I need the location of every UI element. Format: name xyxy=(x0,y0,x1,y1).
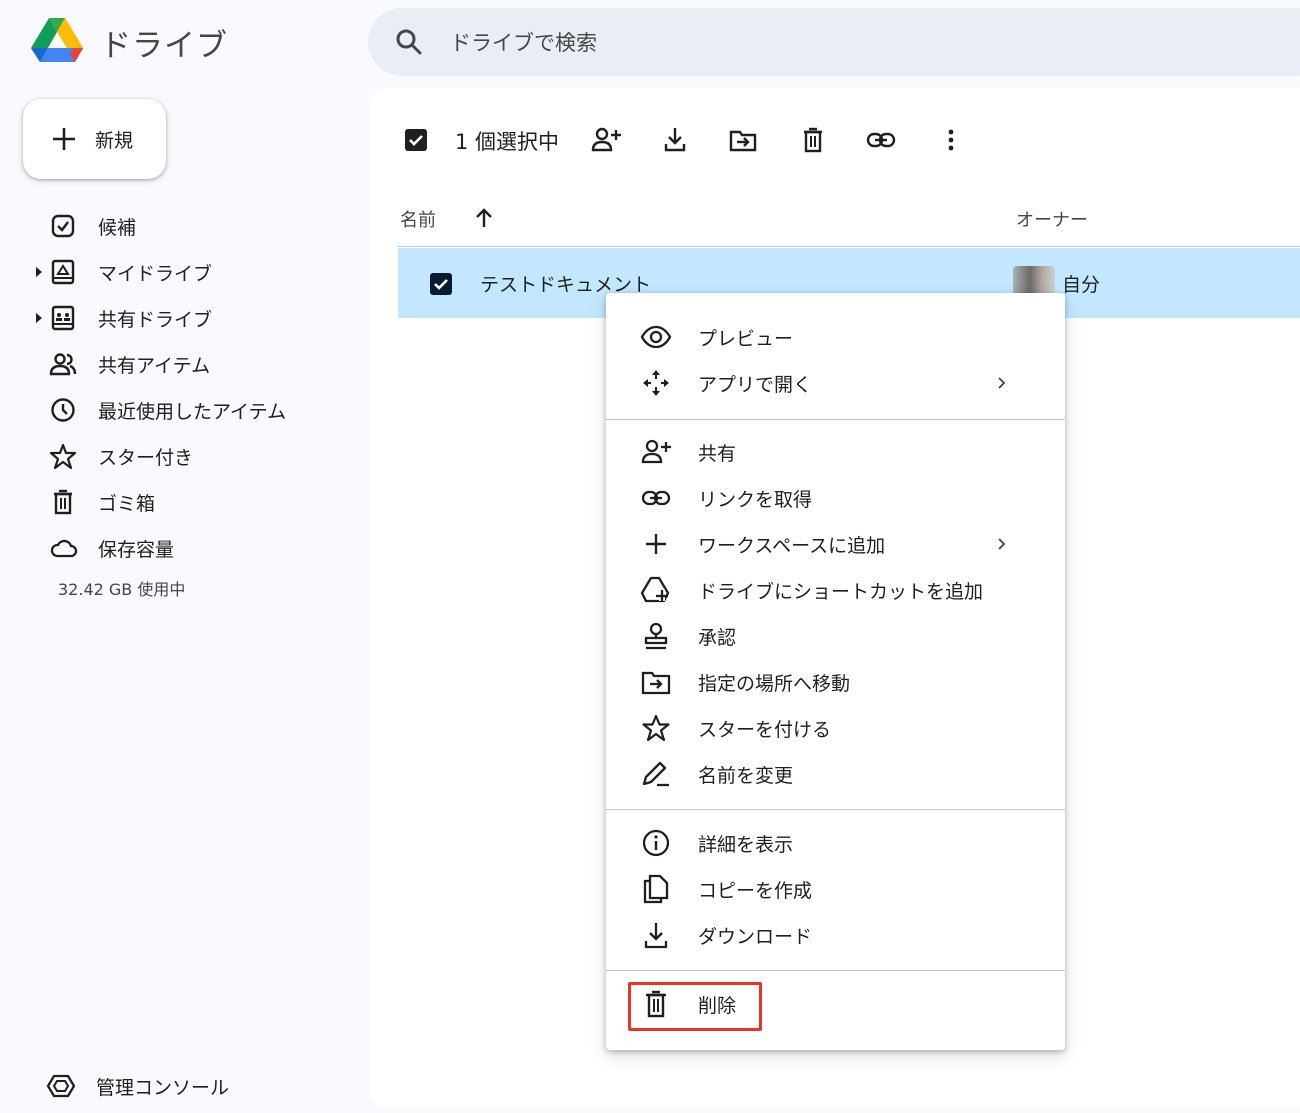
recent-icon xyxy=(48,396,78,424)
menu-item-label: 詳細を表示 xyxy=(698,834,794,856)
menu-divider xyxy=(606,970,1065,971)
delete-highlight-box xyxy=(628,982,762,1031)
link-icon xyxy=(640,483,672,513)
search-bar[interactable]: ドライブで検索 xyxy=(368,8,1300,76)
move-folder-icon xyxy=(640,667,672,697)
info-icon xyxy=(640,828,672,858)
sidebar-item-label: 最近使用したアイテム xyxy=(98,401,287,423)
selection-count: 1 個選択中 xyxy=(455,130,560,154)
menu-item-label: コピーを作成 xyxy=(698,880,813,902)
share-icon[interactable] xyxy=(590,124,624,156)
download-icon xyxy=(640,920,672,950)
menu-item-label: ドライブにショートカットを追加 xyxy=(698,581,984,603)
my-drive-icon xyxy=(48,258,78,286)
expand-arrow-icon[interactable] xyxy=(35,312,43,324)
context-menu: プレビュー アプリで開く 共有 リンクを取得 ワークスペースに追加 ドライブにシ… xyxy=(606,293,1065,1050)
menu-item-label: 承認 xyxy=(698,627,737,649)
storage-usage-text: 32.42 GB 使用中 xyxy=(58,580,186,599)
menu-item-label: 名前を変更 xyxy=(698,765,794,787)
sidebar-item-my-drive[interactable]: マイドライブ xyxy=(0,249,368,295)
sidebar-item-storage[interactable]: 保存容量 xyxy=(0,525,368,571)
menu-item-move[interactable]: 指定の場所へ移動 xyxy=(606,659,1065,705)
more-vert-icon[interactable] xyxy=(934,124,968,156)
move-icon[interactable] xyxy=(726,124,760,156)
sidebar-item-trash[interactable]: ゴミ箱 xyxy=(0,479,368,525)
menu-item-download[interactable]: ダウンロード xyxy=(606,912,1065,958)
eye-icon xyxy=(640,322,672,352)
sidebar-item-label: 共有ドライブ xyxy=(98,309,213,331)
menu-item-label: ダウンロード xyxy=(698,926,813,948)
sidebar-item-label: 共有アイテム xyxy=(98,355,211,377)
link-icon[interactable] xyxy=(864,124,898,156)
admin-console-link[interactable]: 管理コンソール xyxy=(46,1072,229,1100)
download-icon[interactable] xyxy=(658,124,692,156)
sort-arrow-up-icon[interactable] xyxy=(472,205,496,231)
copy-icon xyxy=(640,874,672,904)
plus-icon xyxy=(640,529,672,559)
menu-divider xyxy=(606,809,1065,810)
menu-item-add-to-workspace[interactable]: ワークスペースに追加 xyxy=(606,521,1065,567)
menu-item-details[interactable]: 詳細を表示 xyxy=(606,820,1065,866)
menu-item-label: スターを付ける xyxy=(698,719,832,741)
menu-item-open-with[interactable]: アプリで開く xyxy=(606,360,1065,406)
row-checkbox[interactable] xyxy=(429,272,453,296)
menu-item-label: プレビュー xyxy=(698,328,794,350)
person-add-icon xyxy=(640,437,672,467)
column-header-owner[interactable]: オーナー xyxy=(1016,206,1088,232)
sidebar-item-recent[interactable]: 最近使用したアイテム xyxy=(0,387,368,433)
shared-with-me-icon xyxy=(48,350,78,378)
new-button[interactable]: 新規 xyxy=(23,99,166,179)
menu-item-copy[interactable]: コピーを作成 xyxy=(606,866,1065,912)
sidebar-item-label: ゴミ箱 xyxy=(98,493,156,515)
open-with-icon xyxy=(640,368,672,398)
suggested-icon xyxy=(48,212,78,240)
sidebar-item-label: マイドライブ xyxy=(98,263,213,285)
sidebar-item-label: スター付き xyxy=(98,447,194,469)
drive-logo-icon[interactable] xyxy=(30,16,84,64)
star-icon xyxy=(48,442,78,470)
menu-item-add-shortcut[interactable]: ドライブにショートカットを追加 xyxy=(606,567,1065,613)
menu-divider xyxy=(606,419,1065,420)
header-divider xyxy=(398,246,1300,247)
sidebar-item-label: 保存容量 xyxy=(98,539,175,561)
cloud-icon xyxy=(48,534,78,562)
menu-item-approval[interactable]: 承認 xyxy=(606,613,1065,659)
search-icon[interactable] xyxy=(394,27,424,57)
new-button-label: 新規 xyxy=(95,129,134,152)
app-title: ドライブ xyxy=(100,28,228,64)
menu-item-get-link[interactable]: リンクを取得 xyxy=(606,475,1065,521)
plus-icon xyxy=(49,124,79,154)
owner-name: 自分 xyxy=(1062,274,1101,296)
approval-stamp-icon xyxy=(640,621,672,651)
menu-item-rename[interactable]: 名前を変更 xyxy=(606,751,1065,797)
shared-drives-icon xyxy=(48,304,78,332)
menu-item-label: 指定の場所へ移動 xyxy=(698,673,851,695)
admin-console-label: 管理コンソール xyxy=(96,1076,230,1099)
sidebar-item-label: 候補 xyxy=(98,217,137,239)
trash-icon xyxy=(48,488,78,516)
menu-item-star[interactable]: スターを付ける xyxy=(606,705,1065,751)
sidebar-nav: 候補 マイドライブ 共有ドライブ 共有アイテム 最近使用したアイテム スター付き xyxy=(0,203,368,571)
menu-item-preview[interactable]: プレビュー xyxy=(606,314,1065,360)
column-header-name[interactable]: 名前 xyxy=(400,206,436,232)
sidebar-item-shared-drives[interactable]: 共有ドライブ xyxy=(0,295,368,341)
rename-pen-icon xyxy=(640,759,672,789)
star-icon xyxy=(640,713,672,743)
sidebar-item-suggested[interactable]: 候補 xyxy=(0,203,368,249)
select-all-checkbox[interactable] xyxy=(404,128,428,152)
chevron-right-icon xyxy=(996,374,1008,392)
menu-item-share[interactable]: 共有 xyxy=(606,429,1065,475)
menu-item-label: アプリで開く xyxy=(698,374,813,396)
admin-hexagon-icon xyxy=(46,1072,76,1100)
chevron-right-icon xyxy=(996,535,1008,553)
expand-arrow-icon[interactable] xyxy=(35,266,43,278)
trash-icon[interactable] xyxy=(796,124,830,156)
menu-item-label: リンクを取得 xyxy=(698,489,813,511)
sidebar-item-starred[interactable]: スター付き xyxy=(0,433,368,479)
menu-item-label: ワークスペースに追加 xyxy=(698,535,886,557)
menu-item-label: 共有 xyxy=(698,443,737,465)
sidebar-item-shared-with-me[interactable]: 共有アイテム xyxy=(0,341,368,387)
add-shortcut-icon xyxy=(640,575,672,605)
search-input[interactable]: ドライブで検索 xyxy=(450,27,597,57)
